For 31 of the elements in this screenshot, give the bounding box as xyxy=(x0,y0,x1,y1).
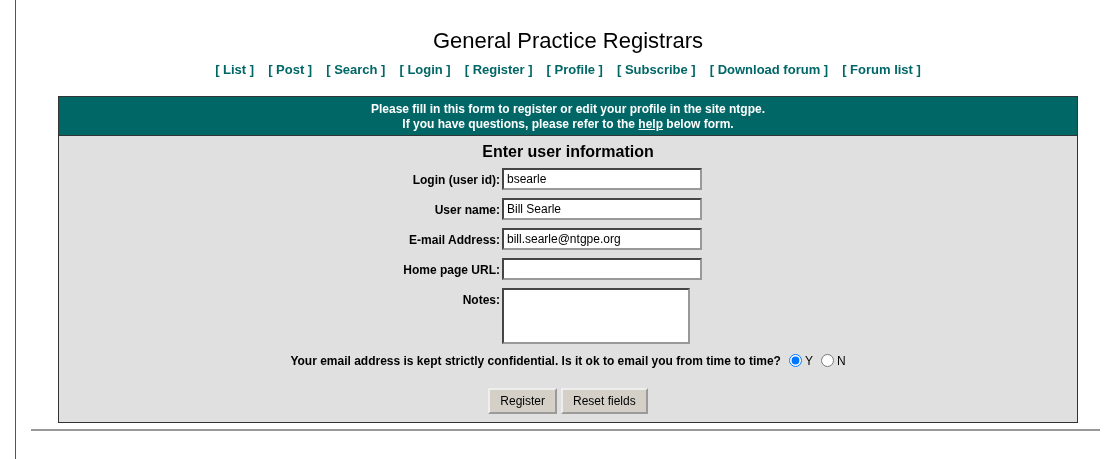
field-label: Login (user id): xyxy=(411,171,501,189)
form-button[interactable]: Register xyxy=(488,387,557,414)
nav-link[interactable]: [ Forum list ] xyxy=(842,60,921,80)
radio-label: Y xyxy=(804,352,813,370)
nav-link[interactable]: [ Search ] xyxy=(326,60,386,80)
form-button[interactable]: Reset fields xyxy=(561,387,648,414)
nav-link[interactable]: [ Post ] xyxy=(268,60,313,80)
field-label: Home page URL: xyxy=(402,261,501,279)
question-text: Your email address is kept strictly confidential. Is it ok to email you from time to time? xyxy=(290,352,781,370)
input-field[interactable] xyxy=(502,257,702,280)
nav-link[interactable]: [ Download forum ] xyxy=(709,60,829,80)
field-label: User name: xyxy=(433,201,501,219)
input-field[interactable]: bill.searle@ntgpe.org xyxy=(502,227,702,250)
nav-link[interactable]: [ Register ] xyxy=(464,60,533,80)
radio-button[interactable] xyxy=(788,354,802,367)
input-field[interactable]: Bill Searle xyxy=(502,197,702,220)
intro-text: If you have questions, please refer to the help below form. xyxy=(401,116,735,132)
form-heading: Enter user information xyxy=(481,141,655,162)
nav-link[interactable]: [ List ] xyxy=(215,60,255,80)
page-title: General Practice Registrars xyxy=(431,28,705,54)
field-label: E-mail Address: xyxy=(408,231,501,249)
help-link[interactable]: help xyxy=(638,116,664,131)
radio-button[interactable] xyxy=(820,354,834,367)
nav-link[interactable]: [ Login ] xyxy=(399,60,451,80)
notes-field[interactable] xyxy=(502,287,690,344)
input-field[interactable]: bsearle xyxy=(502,167,702,190)
nav-link[interactable]: [ Profile ] xyxy=(546,60,603,80)
intro-text: Please fill in this form to register or edit your profile in the site ntgpe. xyxy=(369,101,767,117)
field-label: Notes: xyxy=(461,291,501,309)
radio-label: N xyxy=(836,352,846,370)
nav-link[interactable]: [ Subscribe ] xyxy=(616,60,696,80)
